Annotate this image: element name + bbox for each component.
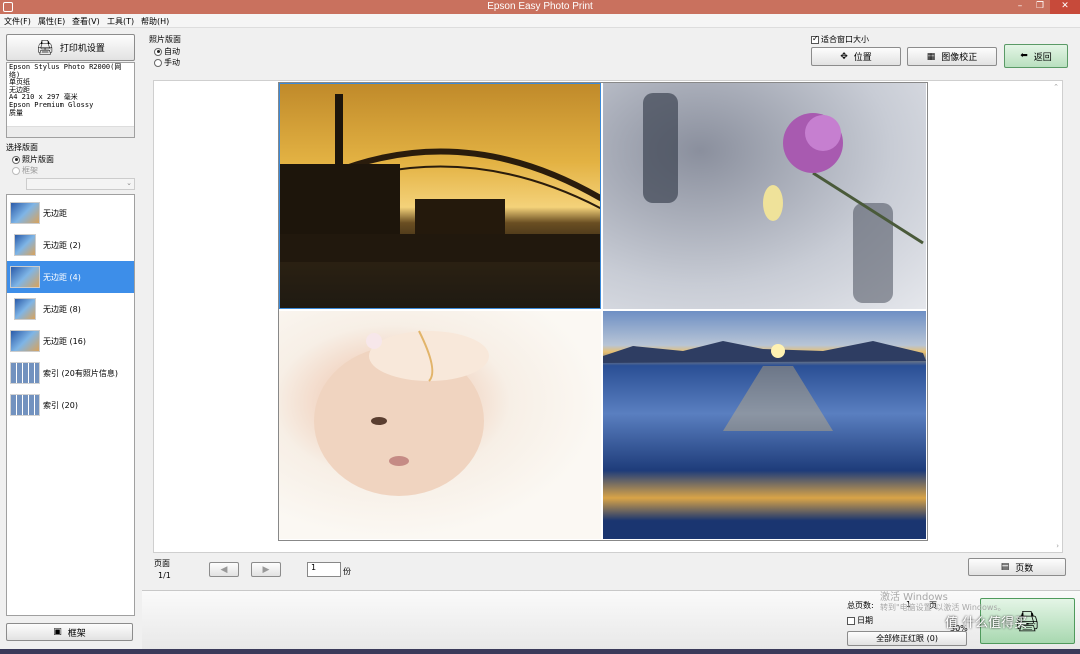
image-icon: ▦ <box>926 51 936 62</box>
layout-thumbnail <box>10 362 40 384</box>
prev-page-button[interactable]: ◀ <box>209 562 239 577</box>
back-button[interactable]: ⬅ 返回 <box>1004 44 1068 68</box>
total-pages-label: 总页数: <box>847 601 874 610</box>
pages-icon: ▤ <box>1000 562 1010 572</box>
menu-properties[interactable]: 属性(E) <box>38 16 65 27</box>
site-watermark: 值 什么值得买 <box>945 616 1028 631</box>
menu-help[interactable]: 帮助(H) <box>141 16 169 27</box>
bridge-silhouette <box>280 94 600 262</box>
activation-watermark-title: 激活 Windows <box>880 592 948 603</box>
layout-thumbnail <box>10 202 40 224</box>
frame-icon: ▣ <box>53 627 62 637</box>
flower-shape <box>643 93 924 303</box>
title-bar: Epson Easy Photo Print – ❐ ✕ <box>0 0 1080 14</box>
auto-radio[interactable]: 自动 <box>154 46 180 57</box>
layout-item[interactable]: 无边距 <box>7 197 134 229</box>
page-count-button[interactable]: ▤ 页数 <box>968 558 1066 576</box>
back-arrow-icon: ⬅ <box>1020 51 1028 61</box>
position-button[interactable]: ✥ 位置 <box>811 47 901 66</box>
photo-bridge-ship[interactable] <box>279 83 601 309</box>
print-quality: 质量 <box>9 108 23 117</box>
layout-item-selected[interactable]: 无边距 (4) <box>7 261 134 293</box>
manual-radio[interactable]: 手动 <box>154 57 180 68</box>
photo-beach-sunset[interactable] <box>603 311 926 539</box>
page-label: 页面 <box>154 559 170 568</box>
paper-type: Epson Premium Glossy <box>9 100 94 109</box>
printer-icon: 🖨 <box>36 39 54 56</box>
layout-item[interactable]: 无边距 (8) <box>7 293 134 325</box>
printer-info-box: Epson Stylus Photo R2000(网络) 单页纸 无边距 A4 … <box>6 62 135 138</box>
taskbar <box>0 649 1080 654</box>
fit-window-checkbox[interactable]: 适合窗口大小 <box>811 34 869 45</box>
minimize-button[interactable]: – <box>1010 0 1030 14</box>
scroll-right-icon[interactable]: › <box>1056 542 1059 550</box>
layout-item[interactable]: 无边距 (2) <box>7 229 134 261</box>
info-scrollbar[interactable] <box>7 126 134 137</box>
menu-tools[interactable]: 工具(T) <box>107 16 134 27</box>
photo-woman-portrait[interactable] <box>279 311 601 539</box>
date-checkbox[interactable]: 日期 <box>847 615 873 626</box>
select-face-label: 选择版面 <box>6 143 38 152</box>
next-page-button[interactable]: ▶ <box>251 562 281 577</box>
menu-file[interactable]: 文件(F) <box>4 16 31 27</box>
beach-shape <box>603 341 926 431</box>
portrait-shape <box>314 330 489 496</box>
face-photo-option[interactable]: 照片版面 <box>12 154 54 165</box>
photo-layout-label: 照片版面 <box>149 35 181 44</box>
layout-thumbnail <box>14 298 36 320</box>
face-frame-option[interactable]: 框架 <box>12 165 38 176</box>
maximize-button[interactable]: ❐ <box>1030 0 1050 14</box>
layout-thumbnail <box>10 330 40 352</box>
window-title: Epson Easy Photo Print <box>487 1 593 12</box>
menu-view[interactable]: 查看(V) <box>72 16 100 27</box>
layout-thumbnail <box>14 234 36 256</box>
left-arrow-icon: ◀ <box>220 564 228 575</box>
close-button[interactable]: ✕ <box>1050 0 1080 14</box>
page-value: 1/1 <box>158 571 171 580</box>
move-icon: ✥ <box>840 51 848 62</box>
layout-thumbnail <box>10 266 40 288</box>
right-arrow-icon: ▶ <box>262 564 270 575</box>
copies-unit: 份 <box>343 567 351 576</box>
frame-dropdown[interactable]: ⌄ <box>26 178 135 190</box>
layout-list: 无边距 无边距 (2) 无边距 (4) 无边距 (8) 无边距 (16) 索引 … <box>6 194 135 616</box>
photo-flower-butterfly[interactable] <box>603 83 926 309</box>
printer-settings-button[interactable]: 🖨 打印机设置 <box>6 34 135 61</box>
scroll-up-icon[interactable]: ⌃ <box>1053 83 1059 91</box>
copies-input[interactable]: 1 <box>307 562 341 577</box>
layout-thumbnail <box>10 394 40 416</box>
layout-item[interactable]: 无边距 (16) <box>7 325 134 357</box>
image-correction-button[interactable]: ▦ 图像校正 <box>907 47 997 66</box>
printer-name: Epson Stylus Photo R2000(网络) <box>9 63 122 79</box>
layout-item[interactable]: 索引 (20有照片信息) <box>7 357 134 389</box>
printer-settings-label: 打印机设置 <box>59 44 105 54</box>
frame-button[interactable]: ▣ 框架 <box>6 623 133 641</box>
red-eye-fix-button[interactable]: 全部修正红眼 (0) <box>847 631 967 646</box>
menu-bar: 文件(F) 属性(E) 查看(V) 工具(T) 帮助(H) <box>0 14 1080 28</box>
chevron-down-icon: ⌄ <box>126 179 132 187</box>
layout-item[interactable]: 索引 (20) <box>7 389 134 421</box>
